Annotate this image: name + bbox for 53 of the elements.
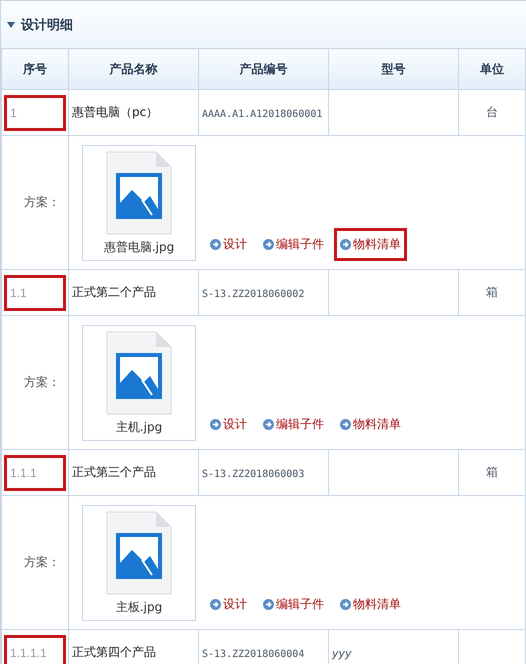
product-name: 惠普电脑（pc） xyxy=(72,105,158,119)
row-number: 1.1.1.1 xyxy=(4,634,66,664)
unit-text: 箱 xyxy=(486,285,498,299)
product-name: 正式第三个产品 xyxy=(72,465,156,479)
column-header: 产品编号 xyxy=(198,48,328,90)
plan-label: 方案： xyxy=(24,195,60,209)
arrow-circle-icon xyxy=(210,598,221,610)
file-name: 主机.jpg xyxy=(116,418,162,436)
action-link[interactable]: 设计 xyxy=(204,228,253,260)
image-file-icon xyxy=(106,150,172,234)
action-link[interactable]: 设计 xyxy=(204,408,253,440)
file-name: 惠普电脑.jpg xyxy=(104,238,174,256)
plan-label: 方案： xyxy=(24,375,60,389)
column-header: 单位 xyxy=(458,48,526,90)
product-code: S-13.ZZ2018060003 xyxy=(202,468,304,480)
arrow-circle-icon xyxy=(340,238,351,250)
unit-text: 箱 xyxy=(486,465,498,479)
plan-label: 方案： xyxy=(24,555,60,569)
product-name: 正式第二个产品 xyxy=(72,285,156,299)
action-link[interactable]: 物料清单 xyxy=(334,588,407,620)
file-thumbnail[interactable]: 主机.jpg xyxy=(82,324,196,440)
product-code: S-13.ZZ2018060002 xyxy=(202,288,304,300)
product-code: S-13.ZZ2018060004 xyxy=(202,648,304,660)
arrow-circle-icon xyxy=(263,238,274,250)
file-thumbnail[interactable]: 惠普电脑.jpg xyxy=(82,144,196,260)
row-number: 1.1 xyxy=(4,274,66,310)
arrow-circle-icon xyxy=(210,238,221,250)
action-link[interactable]: 编辑子件 xyxy=(257,588,330,620)
column-header: 型号 xyxy=(328,48,458,90)
image-file-icon xyxy=(106,510,172,594)
action-link[interactable]: 物料清单 xyxy=(334,228,407,260)
model-text: yyy xyxy=(332,646,352,660)
file-thumbnail[interactable]: 主板.jpg xyxy=(82,504,196,620)
section-title: 设计明细 xyxy=(21,16,73,34)
arrow-circle-icon xyxy=(263,418,274,430)
arrow-circle-icon xyxy=(210,418,221,430)
column-header: 序号 xyxy=(2,48,68,90)
unit-text: 台 xyxy=(486,105,498,119)
action-link[interactable]: 编辑子件 xyxy=(257,408,330,440)
column-header: 产品名称 xyxy=(68,48,198,90)
action-link[interactable]: 物料清单 xyxy=(334,408,407,440)
product-name: 正式第四个产品 xyxy=(72,645,156,659)
arrow-circle-icon xyxy=(340,418,351,430)
row-number: 1 xyxy=(4,94,66,130)
action-link[interactable]: 编辑子件 xyxy=(257,228,330,260)
arrow-circle-icon xyxy=(263,598,274,610)
arrow-circle-icon xyxy=(340,598,351,610)
row-number: 1.1.1 xyxy=(4,454,66,490)
file-name: 主板.jpg xyxy=(116,598,162,616)
action-link[interactable]: 设计 xyxy=(204,588,253,620)
section-header[interactable]: 设计明细 xyxy=(1,0,526,48)
product-code: AAAA.A1.A12018060001 xyxy=(202,108,322,120)
image-file-icon xyxy=(106,330,172,414)
